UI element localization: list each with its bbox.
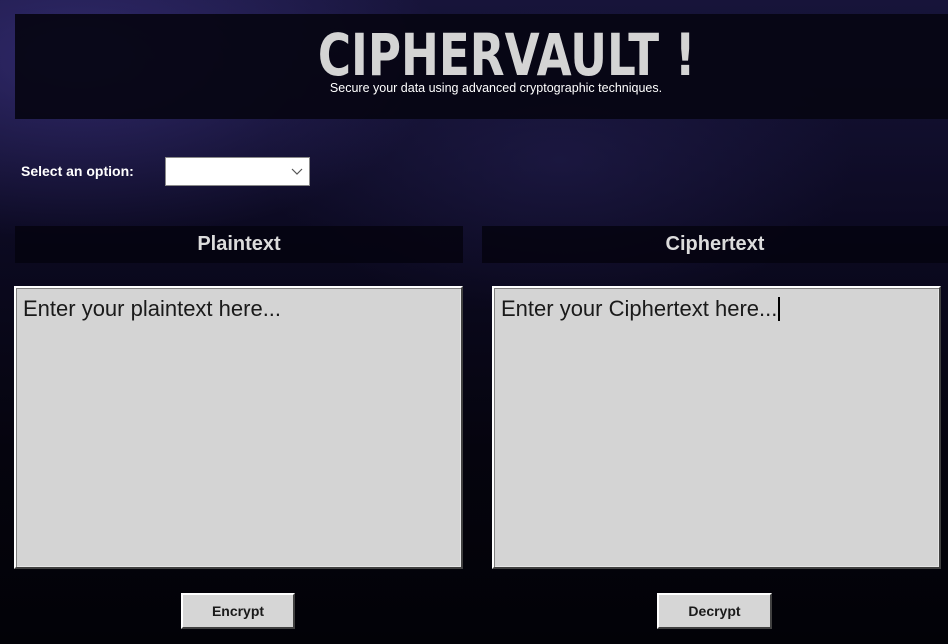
plaintext-input[interactable]: Enter your plaintext here... bbox=[14, 286, 463, 569]
app-window: CIPHERVAULT ! Secure your data using adv… bbox=[0, 0, 948, 644]
option-select[interactable] bbox=[165, 157, 310, 186]
decrypt-button[interactable]: Decrypt bbox=[657, 593, 772, 629]
app-subtitle: Secure your data using advanced cryptogr… bbox=[329, 81, 663, 95]
text-cursor bbox=[778, 297, 781, 321]
header-banner: CIPHERVAULT ! Secure your data using adv… bbox=[15, 14, 948, 119]
plaintext-input-text: Enter your plaintext here... bbox=[23, 296, 282, 321]
ciphertext-input-text: Enter your Ciphertext here... bbox=[501, 296, 778, 321]
plaintext-heading: Plaintext bbox=[15, 226, 463, 263]
ciphertext-input[interactable]: Enter your Ciphertext here... bbox=[492, 286, 941, 569]
app-title: CIPHERVAULT ! bbox=[317, 21, 696, 89]
chevron-down-icon bbox=[291, 168, 303, 175]
encrypt-button[interactable]: Encrypt bbox=[181, 593, 295, 629]
ciphertext-heading: Ciphertext bbox=[482, 226, 948, 263]
select-option-label: Select an option: bbox=[21, 163, 134, 179]
